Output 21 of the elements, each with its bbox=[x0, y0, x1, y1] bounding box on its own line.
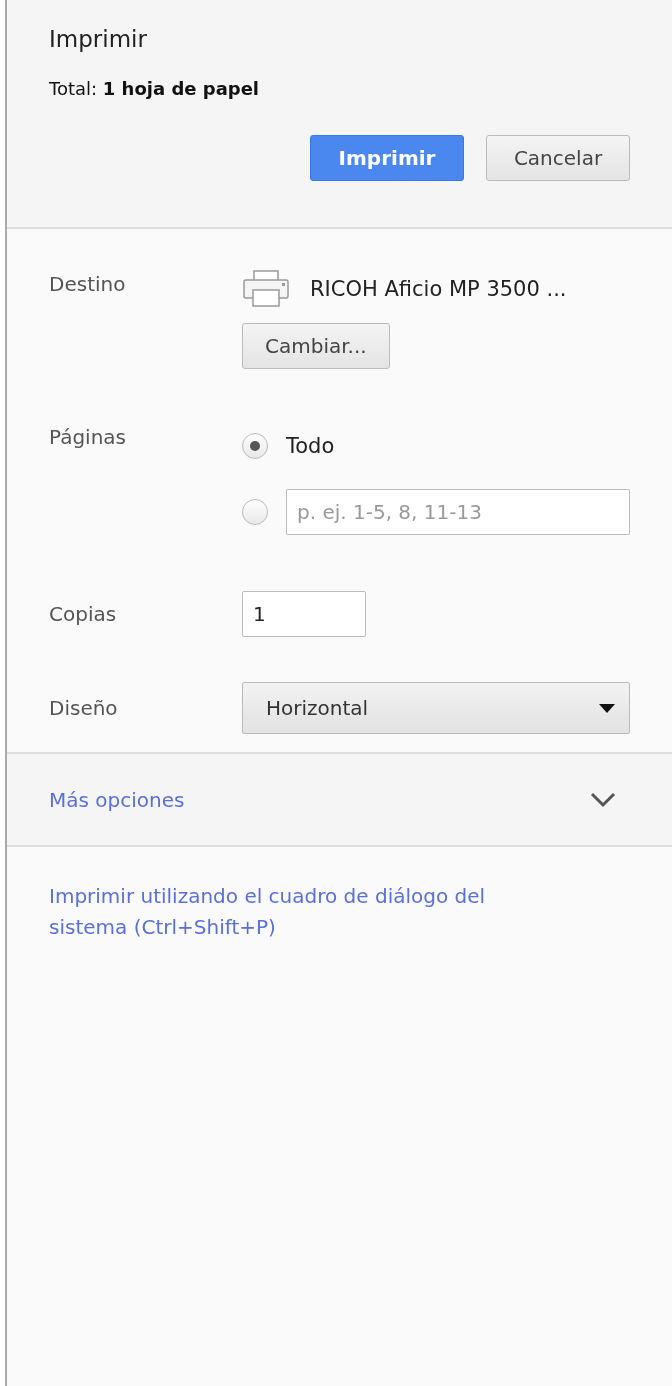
radio-button[interactable] bbox=[242, 433, 268, 459]
change-destination-button[interactable]: Cambiar... bbox=[242, 323, 390, 369]
radio-button[interactable] bbox=[242, 499, 268, 525]
cancel-button[interactable]: Cancelar bbox=[486, 135, 630, 181]
copies-field[interactable]: 1 bbox=[242, 591, 366, 637]
print-button[interactable]: Imprimir bbox=[310, 135, 464, 181]
printer-name: RICOH Aficio MP 3500 ... bbox=[310, 277, 567, 301]
layout-label: Diseño bbox=[49, 696, 119, 720]
all-pages-label[interactable]: Todo bbox=[286, 434, 335, 458]
dialog-title: Imprimir bbox=[49, 26, 148, 52]
pages-label: Páginas bbox=[49, 424, 128, 451]
destination-label: Destino bbox=[49, 271, 127, 298]
copies-label: Copias bbox=[49, 602, 118, 626]
caret-icon bbox=[599, 703, 615, 713]
more-options-bar[interactable]: Más opciones bbox=[7, 752, 672, 847]
more-options-link[interactable]: Más opciones bbox=[49, 787, 185, 812]
page-range-field[interactable]: p. ej. 1-5, 8, 11-13 bbox=[286, 489, 630, 535]
system-dialog-link[interactable]: Imprimir utilizando el cuadro de diálogo del sistema (Ctrl+Shift+P) bbox=[49, 881, 569, 943]
total-pages-text: Total: 1 hoja de papel bbox=[49, 78, 261, 99]
layout-dropdown[interactable]: Horizontal bbox=[242, 682, 630, 734]
printer-icon bbox=[242, 270, 290, 308]
